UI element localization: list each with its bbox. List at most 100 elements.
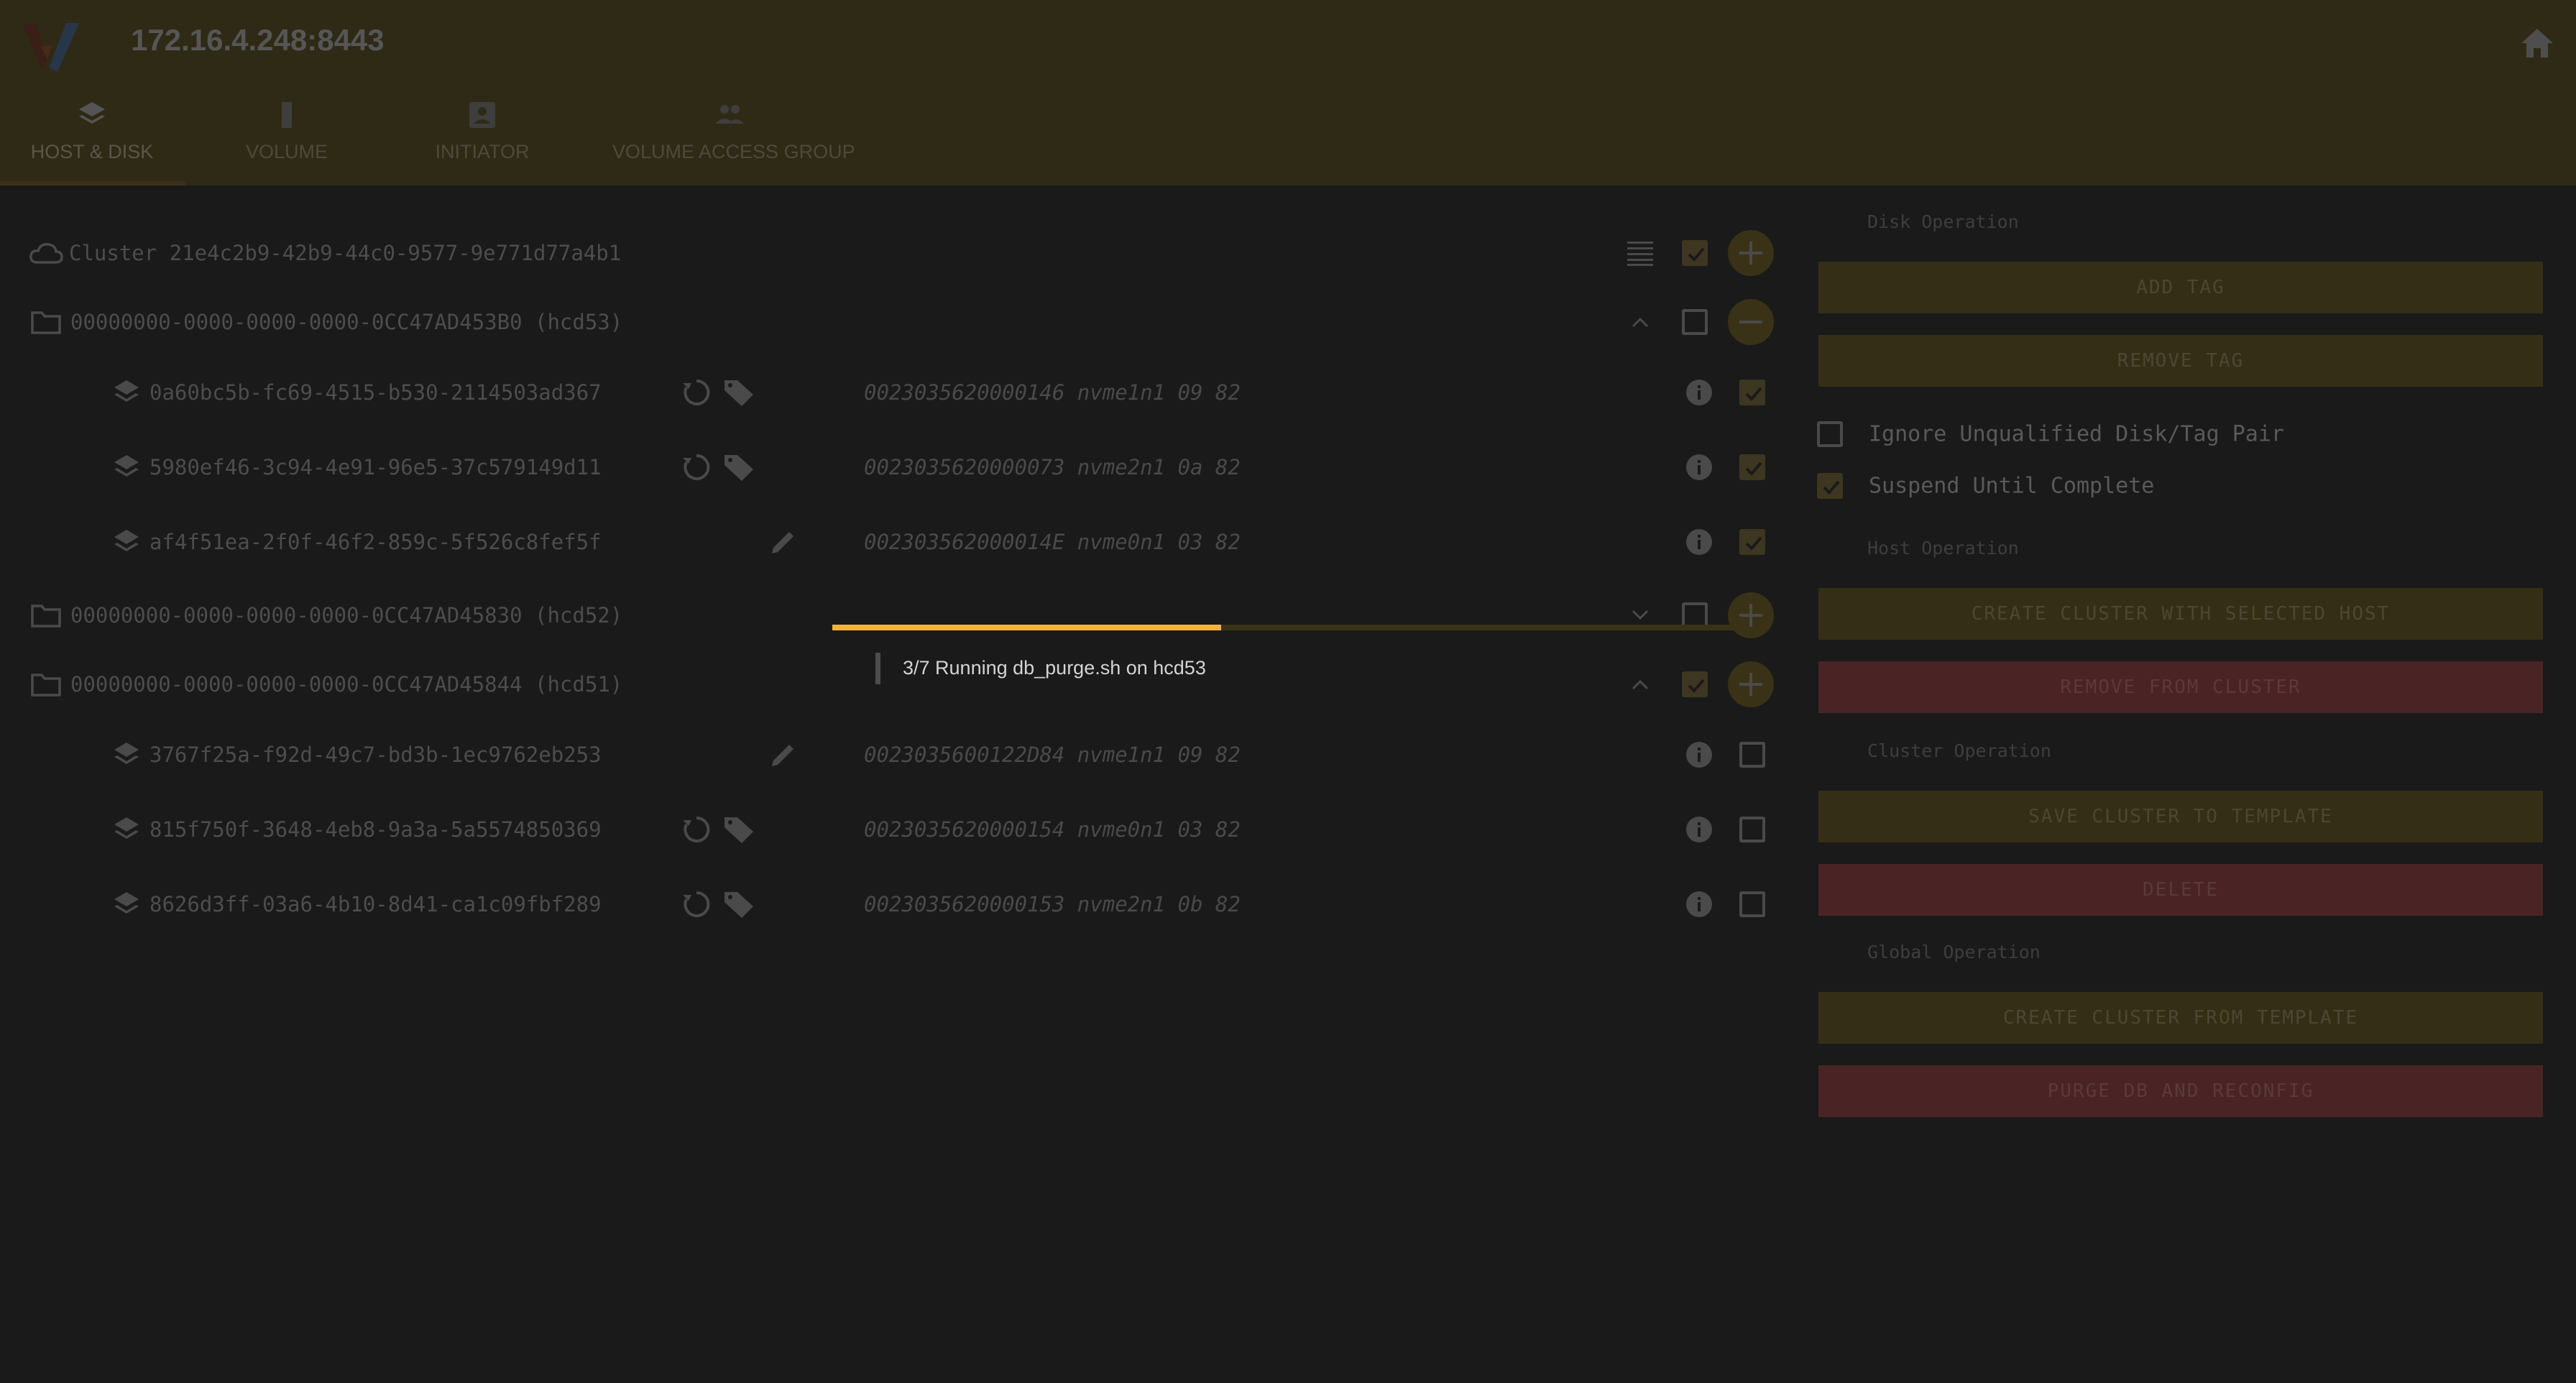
tab-label: INITIATOR [435,141,530,162]
progress-status: 3/7 Running db_purge.sh on hcd53 [903,657,1206,679]
info-icon[interactable] [1685,453,1714,482]
layers-icon [79,102,105,124]
tag-icon[interactable] [723,377,756,408]
sync-icon[interactable] [681,889,712,919]
disk-id: 5980ef46-3c94-4e91-96e5-37c579149d11 [150,455,602,479]
disk-row[interactable]: af4f51ea-2f0f-46f2-859c-5f526c8fef5f 002… [0,507,1782,576]
cluster-row[interactable]: Cluster 21e4c2b9-42b9-44c0-9577-9e771d77… [0,219,1782,288]
chevron-down-icon[interactable] [1630,608,1650,622]
disk-checkbox[interactable] [1739,380,1765,405]
add-tag-button[interactable]: ADD TAG [1818,262,2543,313]
sync-icon[interactable] [681,814,712,845]
add-host-button[interactable] [1728,592,1774,638]
info-icon[interactable] [1685,815,1714,844]
info-icon[interactable] [1685,378,1714,407]
host-checkbox[interactable] [1682,671,1708,697]
host-row[interactable]: 00000000-0000-0000-0000-0CC47AD453B0 (hc… [0,288,1782,357]
info-icon[interactable] [1685,528,1714,556]
disk-row[interactable]: 5980ef46-3c94-4e91-96e5-37c579149d11 002… [0,433,1782,502]
chevron-up-icon[interactable] [1630,315,1650,329]
disk-checkbox[interactable] [1739,742,1765,768]
list-icon[interactable] [1626,239,1655,267]
disk-row[interactable]: 0a60bc5b-fc69-4515-b530-2114503ad367 002… [0,358,1782,427]
sync-icon[interactable] [681,377,712,408]
create-cluster-with-selected-host-button[interactable]: CREATE CLUSTER WITH SELECTED HOST [1818,588,2543,640]
folder-icon [31,311,61,334]
chevron-up-icon[interactable] [1630,677,1650,692]
pencil-icon[interactable] [769,740,798,769]
add-host-button[interactable] [1728,661,1774,707]
disk-id: 3767f25a-f92d-49c7-bd3b-1ec9762eb253 [150,743,602,767]
disk-row[interactable]: 815f750f-3648-4eb8-9a3a-5a5574850369 002… [0,795,1782,864]
check-icon [1745,461,1762,476]
delete-button[interactable]: DELETE [1818,864,2543,916]
host-row[interactable]: 00000000-0000-0000-0000-0CC47AD45844 (hc… [0,650,1782,719]
active-tab-indicator [0,181,185,185]
disk-id: 8626d3ff-03a6-4b10-8d41-ca1c09fbf289 [150,892,602,916]
ignore-unqualified-option[interactable]: Ignore Unqualified Disk/Tag Pair [1817,417,2536,451]
remove-host-button[interactable] [1728,299,1774,345]
remove-tag-button[interactable]: REMOVE TAG [1818,335,2543,387]
pencil-icon[interactable] [769,528,798,556]
check-icon [1688,679,1705,693]
ignore-unqualified-checkbox[interactable] [1817,421,1843,447]
tab-volume-access-group[interactable]: VOLUME ACCESS GROUP [612,99,855,185]
suspend-until-complete-option[interactable]: Suspend Until Complete [1817,469,2536,503]
layers-icon [114,530,139,551]
tab-host-disk[interactable]: HOST & DISK [30,99,154,185]
cloud-icon [29,243,63,264]
plus-icon [1739,673,1762,696]
cluster-checkbox[interactable] [1682,240,1708,266]
folder-icon [31,605,61,628]
tab-label: VOLUME [245,141,328,162]
layers-icon [114,892,139,914]
progress-marker [875,653,880,684]
minus-icon [1739,321,1762,323]
create-cluster-from-template-button[interactable]: CREATE CLUSTER FROM TEMPLATE [1818,992,2543,1044]
disk-id: 815f750f-3648-4eb8-9a3a-5a5574850369 [150,817,602,842]
progress-fill [832,625,1221,630]
disk-checkbox[interactable] [1739,817,1765,842]
sync-icon[interactable] [681,452,712,482]
tab-volume[interactable]: VOLUME [244,99,329,185]
host-row[interactable]: 00000000-0000-0000-0000-0CC47AD45830 (hc… [0,581,1782,650]
tab-initiator[interactable]: INITIATOR [430,99,535,185]
disk-meta: 0023035620000154 nvme0n1 03 82 [864,817,1241,842]
progress-bar [832,625,1736,630]
disk-meta: 002303562000014E nvme0n1 03 82 [864,530,1241,554]
suspend-until-complete-label: Suspend Until Complete [1869,473,2155,499]
purge-db-and-reconfig-button[interactable]: PURGE DB AND RECONFIG [1818,1065,2543,1117]
disk-checkbox[interactable] [1739,454,1765,480]
badge-icon [469,102,495,128]
tag-icon[interactable] [723,814,756,845]
save-cluster-to-template-button[interactable]: SAVE CLUSTER TO TEMPLATE [1818,791,2543,842]
disk-checkbox[interactable] [1739,891,1765,917]
check-icon [1823,480,1840,495]
tag-icon[interactable] [723,452,756,482]
disk-row[interactable]: 8626d3ff-03a6-4b10-8d41-ca1c09fbf289 002… [0,870,1782,939]
disk-checkbox[interactable] [1739,529,1765,555]
info-icon[interactable] [1685,740,1714,769]
layers-icon [114,380,139,402]
layers-icon [114,455,139,477]
remove-from-cluster-button[interactable]: REMOVE FROM CLUSTER [1818,661,2543,713]
logo-icon [23,23,79,72]
disk-row[interactable]: 3767f25a-f92d-49c7-bd3b-1ec9762eb253 002… [0,720,1782,789]
folder-icon [31,674,61,697]
check-icon [1745,387,1762,401]
battery-icon [282,102,292,128]
tab-label: VOLUME ACCESS GROUP [612,141,855,162]
section-global-operation: Global Operation [1867,942,2041,962]
add-host-button[interactable] [1728,230,1774,276]
group-icon [715,105,744,124]
tag-icon[interactable] [723,889,756,919]
host-checkbox[interactable] [1682,309,1708,335]
page-title: 172.16.4.248:8443 [131,23,385,57]
cluster-label: Cluster 21e4c2b9-42b9-44c0-9577-9e771d77… [69,241,622,265]
home-icon[interactable] [2518,26,2556,60]
suspend-until-complete-checkbox[interactable] [1817,473,1843,499]
info-icon[interactable] [1685,890,1714,919]
ignore-unqualified-label: Ignore Unqualified Disk/Tag Pair [1869,421,2284,447]
check-icon [1688,247,1705,262]
plus-icon [1739,604,1762,627]
